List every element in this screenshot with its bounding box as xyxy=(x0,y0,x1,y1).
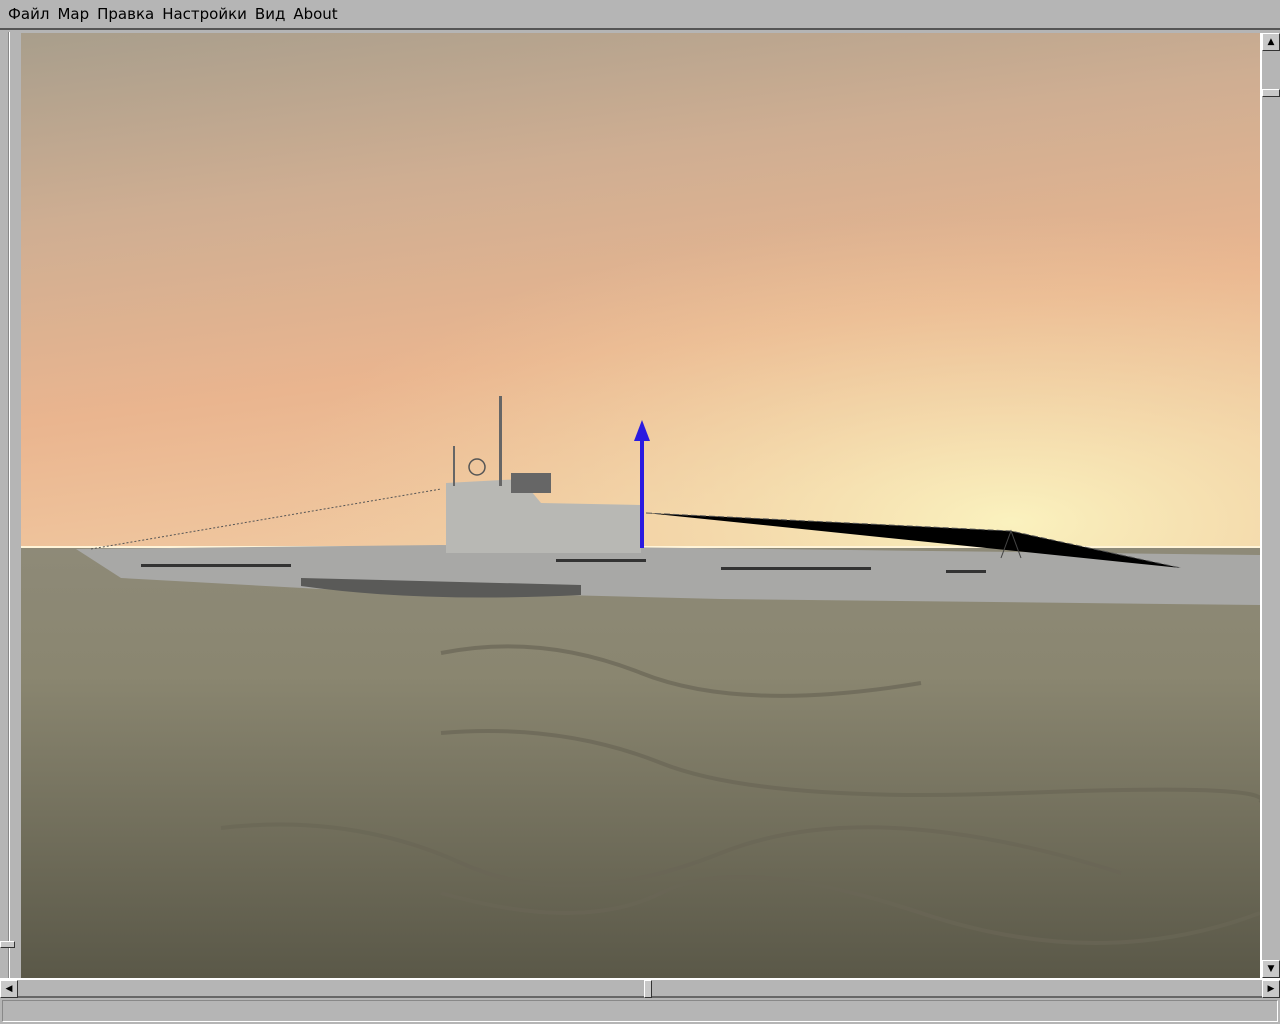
scene xyxy=(21,33,1260,978)
menu-settings[interactable]: Настройки xyxy=(158,5,251,23)
horizontal-scrollbar[interactable]: ◀ ▶ xyxy=(0,978,1280,998)
vertical-scrollbar[interactable]: ▲ ▼ xyxy=(1260,33,1280,978)
menu-about[interactable]: About xyxy=(289,5,341,23)
arrow-up-icon[interactable]: ▲ xyxy=(1262,33,1280,51)
sea xyxy=(21,546,1260,978)
slider-track xyxy=(8,32,10,978)
status-bar xyxy=(2,1000,1278,1022)
slider-handle[interactable] xyxy=(0,941,15,948)
menu-view[interactable]: Вид xyxy=(251,5,289,23)
menu-map[interactable]: Мар xyxy=(53,5,93,23)
menu-edit[interactable]: Правка xyxy=(93,5,158,23)
zoom-slider[interactable] xyxy=(0,32,20,978)
3d-viewport[interactable] xyxy=(21,33,1260,978)
menu-bar: Файл Мар Правка Настройки Вид About xyxy=(0,0,1280,30)
horizontal-scroll-thumb[interactable] xyxy=(644,980,652,998)
arrow-down-icon[interactable]: ▼ xyxy=(1262,960,1280,978)
arrow-right-icon[interactable]: ▶ xyxy=(1262,980,1280,998)
menu-file[interactable]: Файл xyxy=(4,5,53,23)
arrow-left-icon[interactable]: ◀ xyxy=(0,980,18,998)
vertical-scroll-thumb[interactable] xyxy=(1262,89,1280,97)
